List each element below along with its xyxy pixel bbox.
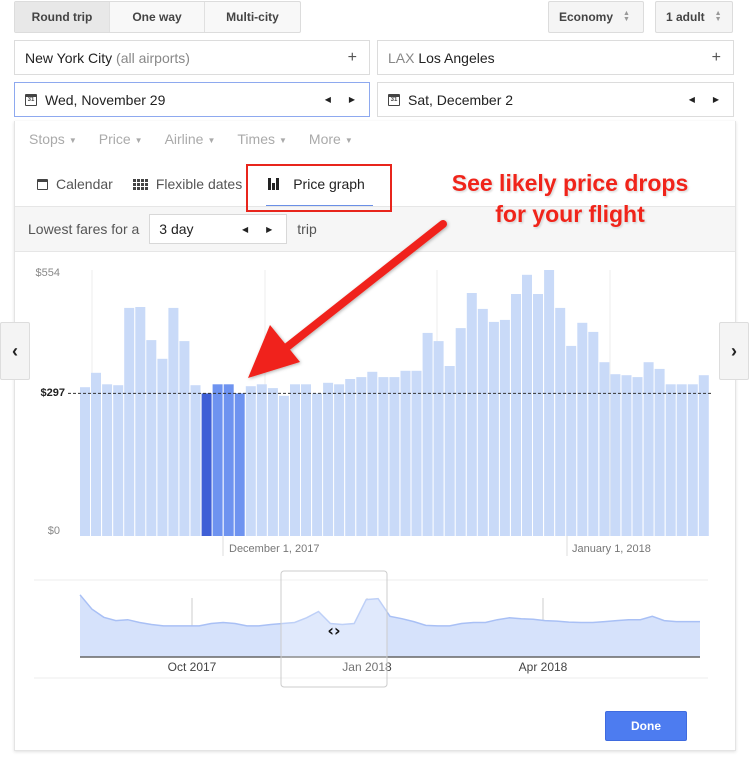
price-bar[interactable]	[102, 384, 113, 536]
price-bar[interactable]	[91, 372, 101, 536]
price-bar[interactable]	[356, 377, 367, 536]
price-bar[interactable]	[135, 307, 146, 536]
overview-tick-apr: Apr 2018	[519, 660, 568, 674]
price-bar[interactable]	[522, 274, 532, 536]
chevron-left-icon: ‹	[12, 340, 18, 361]
y-tick-max: $554	[36, 267, 60, 279]
price-bar-selected[interactable]	[223, 384, 234, 536]
price-bar-selected[interactable]	[201, 393, 212, 536]
price-bar[interactable]	[146, 340, 157, 536]
price-bar[interactable]	[665, 384, 676, 536]
price-bar[interactable]	[499, 319, 510, 536]
price-bar[interactable]	[654, 368, 665, 536]
annotation-line-2: for your flight	[495, 201, 645, 227]
price-bar-selected[interactable]	[234, 393, 245, 536]
price-bar[interactable]	[577, 322, 588, 536]
price-bar[interactable]	[566, 345, 577, 536]
price-bar[interactable]	[544, 270, 555, 536]
price-bar[interactable]	[676, 384, 687, 536]
price-bar[interactable]	[488, 321, 499, 536]
price-bar[interactable]	[632, 377, 643, 536]
price-bar[interactable]	[698, 375, 709, 536]
price-bar[interactable]	[555, 307, 566, 536]
price-bar[interactable]	[124, 307, 135, 536]
price-bar[interactable]	[323, 382, 334, 536]
chevron-right-icon: ›	[731, 340, 737, 361]
price-bar[interactable]	[411, 370, 422, 536]
price-bar[interactable]	[334, 384, 345, 536]
y-tick-zero: $0	[48, 525, 60, 537]
price-bar[interactable]	[610, 374, 621, 536]
price-bar-selected[interactable]	[212, 384, 223, 536]
price-bar[interactable]	[312, 393, 323, 536]
price-bar[interactable]	[687, 384, 698, 536]
price-bar[interactable]	[80, 387, 90, 536]
price-bar[interactable]	[168, 307, 179, 536]
price-bar[interactable]	[267, 388, 278, 536]
overview-tick-oct: Oct 2017	[168, 660, 217, 674]
price-bar[interactable]	[533, 294, 543, 536]
price-bar[interactable]	[511, 294, 521, 536]
price-bar[interactable]	[400, 370, 411, 536]
annotation-line-1: See likely price drops	[451, 170, 689, 196]
annotation-text: See likely price drops for your flight	[420, 168, 720, 230]
previous-period-button[interactable]: ‹	[0, 322, 30, 380]
price-graph: $554 $297 $0 December 1, 2017 January 1,…	[34, 267, 712, 688]
x-tick-december: December 1, 2017	[229, 543, 320, 555]
price-bar[interactable]	[433, 341, 444, 536]
drag-handle-icon[interactable]: ‹›	[327, 621, 340, 640]
price-bar[interactable]	[367, 371, 378, 536]
price-bar[interactable]	[113, 385, 124, 536]
price-bar[interactable]	[378, 377, 389, 536]
price-bar[interactable]	[179, 341, 190, 536]
done-button[interactable]: Done	[605, 711, 687, 741]
price-bar[interactable]	[588, 331, 599, 536]
price-bar[interactable]	[245, 386, 256, 536]
price-bar[interactable]	[643, 362, 654, 536]
price-bar[interactable]	[422, 332, 433, 536]
price-bar[interactable]	[389, 377, 400, 536]
price-bar[interactable]	[190, 385, 201, 536]
price-bar[interactable]	[466, 293, 477, 536]
next-period-button[interactable]: ›	[719, 322, 749, 380]
price-bar[interactable]	[278, 395, 289, 536]
price-bar[interactable]	[455, 328, 466, 536]
y-tick-reference: $297	[41, 387, 65, 399]
price-bar[interactable]	[477, 308, 488, 536]
price-bar[interactable]	[345, 379, 356, 536]
price-bar[interactable]	[256, 384, 267, 536]
price-bar[interactable]	[290, 384, 300, 536]
price-bar[interactable]	[621, 375, 632, 536]
price-bar[interactable]	[157, 358, 168, 536]
price-bar[interactable]	[301, 384, 311, 536]
x-tick-january: January 1, 2018	[572, 543, 651, 555]
price-bar[interactable]	[444, 366, 455, 536]
price-bar[interactable]	[599, 362, 610, 536]
